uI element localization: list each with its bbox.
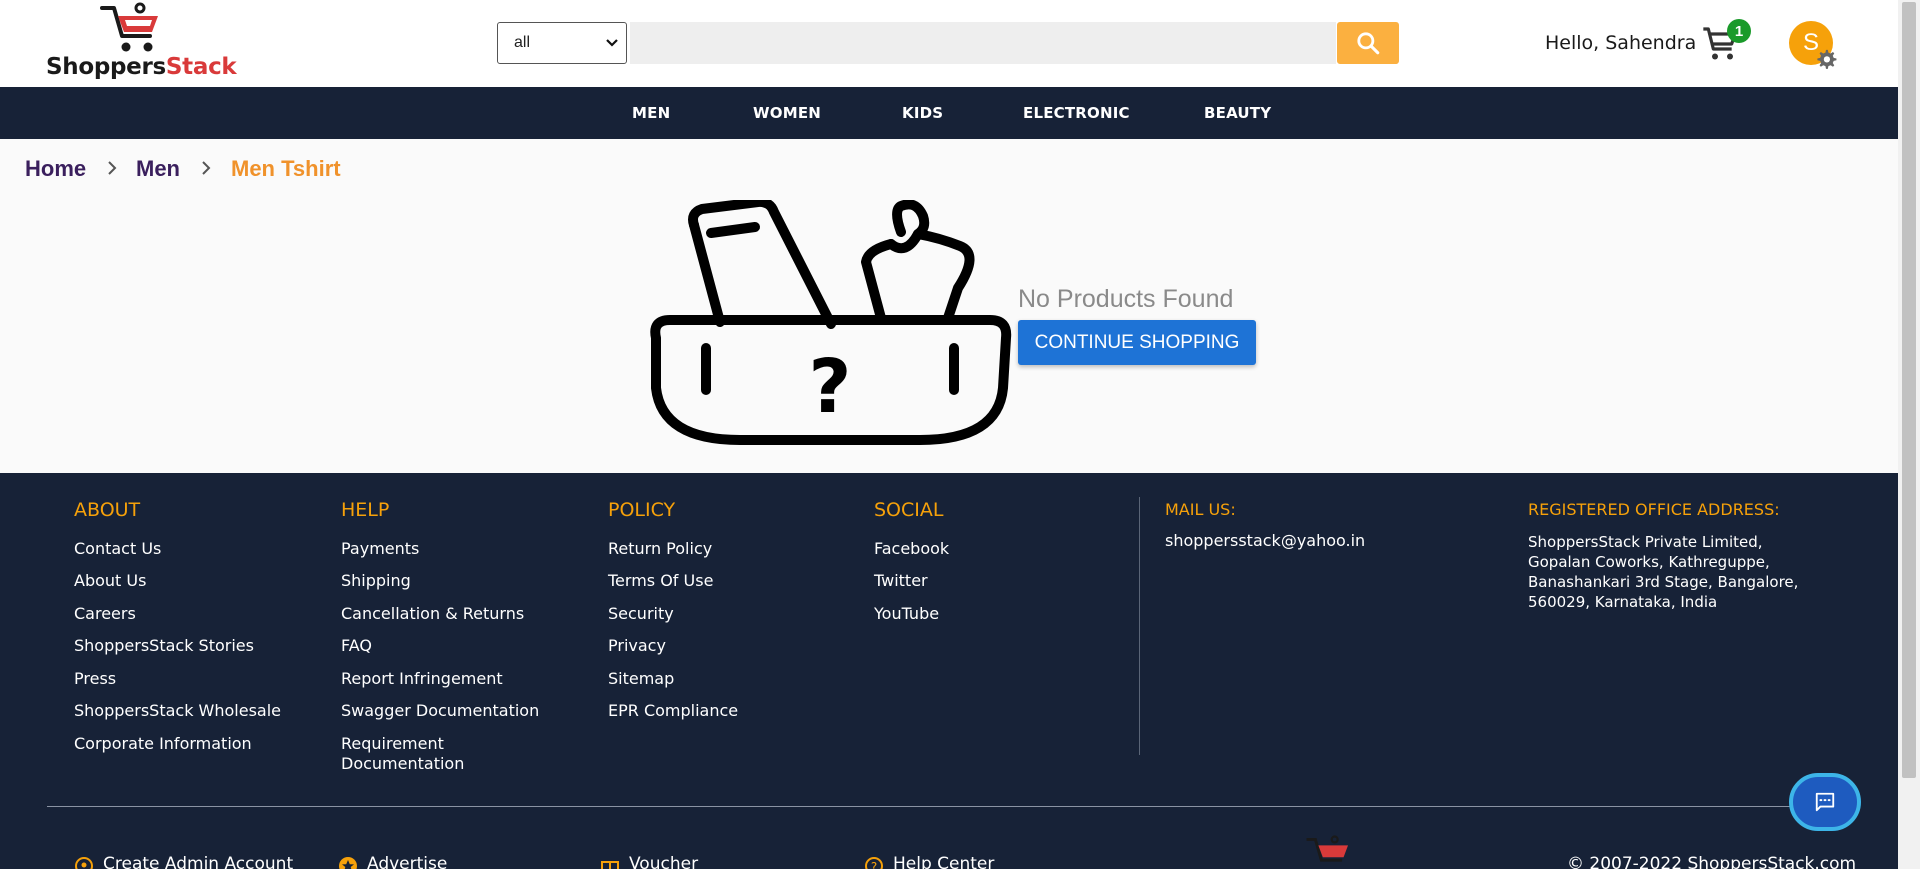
site-logo[interactable]: ShoppersStack [46, 2, 237, 82]
footer-link-faq[interactable]: FAQ [341, 636, 372, 656]
category-select[interactable]: all [497, 22, 627, 64]
nav-item-kids[interactable]: KIDS [902, 87, 943, 139]
scrollbar-thumb[interactable] [1902, 2, 1916, 778]
footer-link-wholesale[interactable]: ShoppersStack Wholesale [74, 701, 281, 721]
breadcrumb-current: Men Tshirt [231, 156, 341, 181]
breadcrumb-home[interactable]: Home [25, 156, 86, 182]
footer-social-heading: SOCIAL [874, 499, 944, 521]
footer-link-security[interactable]: Security [608, 604, 674, 624]
header: ShoppersStack all Hello, Sahendra 1 S [0, 0, 1898, 87]
nav-item-beauty[interactable]: BEAUTY [1204, 87, 1271, 139]
footer-bottom-divider [47, 806, 1840, 807]
footer-about-heading: ABOUT [74, 499, 141, 521]
footer-copyright: © 2007-2022 ShoppersStack.com [1567, 854, 1857, 869]
breadcrumb-men[interactable]: Men [136, 156, 180, 182]
chevron-right-icon [202, 161, 211, 175]
help-icon: ? [865, 857, 883, 869]
footer-link-corporate-info[interactable]: Corporate Information [74, 734, 252, 754]
cart-count-badge: 1 [1727, 19, 1751, 43]
search-button[interactable] [1337, 22, 1399, 64]
svg-text:?: ? [871, 860, 877, 869]
footer: ABOUT Contact Us About Us Careers Shoppe… [0, 473, 1898, 869]
footer-logo-icon [1306, 835, 1348, 862]
footer-office-address: ShoppersStack Private Limited, Gopalan C… [1528, 533, 1799, 611]
footer-link-careers[interactable]: Careers [74, 604, 136, 624]
empty-basket-illustration: ? [650, 200, 1012, 445]
user-greeting: Hello, Sahendra [1545, 32, 1697, 54]
category-nav: MEN WOMEN KIDS ELECTRONIC BEAUTY [0, 87, 1898, 139]
search-bar: all [497, 21, 1401, 65]
footer-mail-heading: MAIL US: [1165, 500, 1236, 519]
gift-icon [601, 861, 619, 869]
footer-help-center-link[interactable]: Help Center [893, 854, 994, 869]
footer-office-heading: REGISTERED OFFICE ADDRESS: [1528, 500, 1780, 519]
star-icon [339, 857, 357, 869]
location-icon [75, 857, 93, 869]
footer-divider [1139, 497, 1140, 755]
footer-create-admin-link[interactable]: Create Admin Account [103, 854, 293, 869]
footer-help-heading: HELP [341, 499, 390, 521]
footer-link-shipping[interactable]: Shipping [341, 571, 411, 591]
nav-item-electronic[interactable]: ELECTRONIC [1023, 87, 1130, 139]
footer-link-payments[interactable]: Payments [341, 539, 419, 559]
footer-link-stories[interactable]: ShoppersStack Stories [74, 636, 254, 656]
footer-email-link[interactable]: shoppersstack@yahoo.in [1165, 531, 1365, 551]
footer-policy-heading: POLICY [608, 499, 676, 521]
footer-link-privacy[interactable]: Privacy [608, 636, 666, 656]
search-input[interactable] [630, 22, 1336, 64]
footer-link-youtube[interactable]: YouTube [874, 604, 939, 624]
footer-voucher-link[interactable]: Voucher [629, 854, 698, 869]
footer-link-terms[interactable]: Terms Of Use [608, 571, 713, 591]
nav-item-men[interactable]: MEN [632, 87, 670, 139]
footer-link-sitemap[interactable]: Sitemap [608, 669, 674, 689]
category-select-value: all [514, 34, 531, 51]
empty-state-title: No Products Found [1018, 285, 1234, 313]
chat-button[interactable] [1789, 773, 1861, 831]
chevron-right-icon [108, 161, 117, 175]
svg-text:?: ? [809, 344, 852, 430]
search-icon [1357, 32, 1380, 55]
footer-link-press[interactable]: Press [74, 669, 116, 689]
continue-shopping-button[interactable]: CONTINUE SHOPPING [1018, 320, 1256, 365]
footer-link-epr[interactable]: EPR Compliance [608, 701, 738, 721]
footer-link-facebook[interactable]: Facebook [874, 539, 949, 559]
footer-link-cancellation[interactable]: Cancellation & Returns [341, 604, 524, 624]
footer-link-swagger-docs[interactable]: Swagger Documentation [341, 701, 539, 721]
footer-link-report-infringement[interactable]: Report Infringement [341, 669, 503, 689]
chat-icon [1815, 792, 1835, 812]
page-scrollbar[interactable] [1898, 0, 1920, 869]
footer-link-return-policy[interactable]: Return Policy [608, 539, 712, 559]
footer-link-requirement-docs[interactable]: Requirement Documentation [341, 734, 481, 774]
chevron-down-icon [606, 39, 618, 47]
logo-text: ShoppersStack [46, 54, 237, 80]
logo-cart-icon [100, 2, 158, 52]
nav-item-women[interactable]: WOMEN [753, 87, 821, 139]
gear-icon[interactable] [1815, 48, 1837, 70]
footer-link-contact-us[interactable]: Contact Us [74, 539, 161, 559]
footer-advertise-link[interactable]: Advertise [367, 854, 447, 869]
footer-link-twitter[interactable]: Twitter [874, 571, 928, 591]
footer-link-about-us[interactable]: About Us [74, 571, 146, 591]
